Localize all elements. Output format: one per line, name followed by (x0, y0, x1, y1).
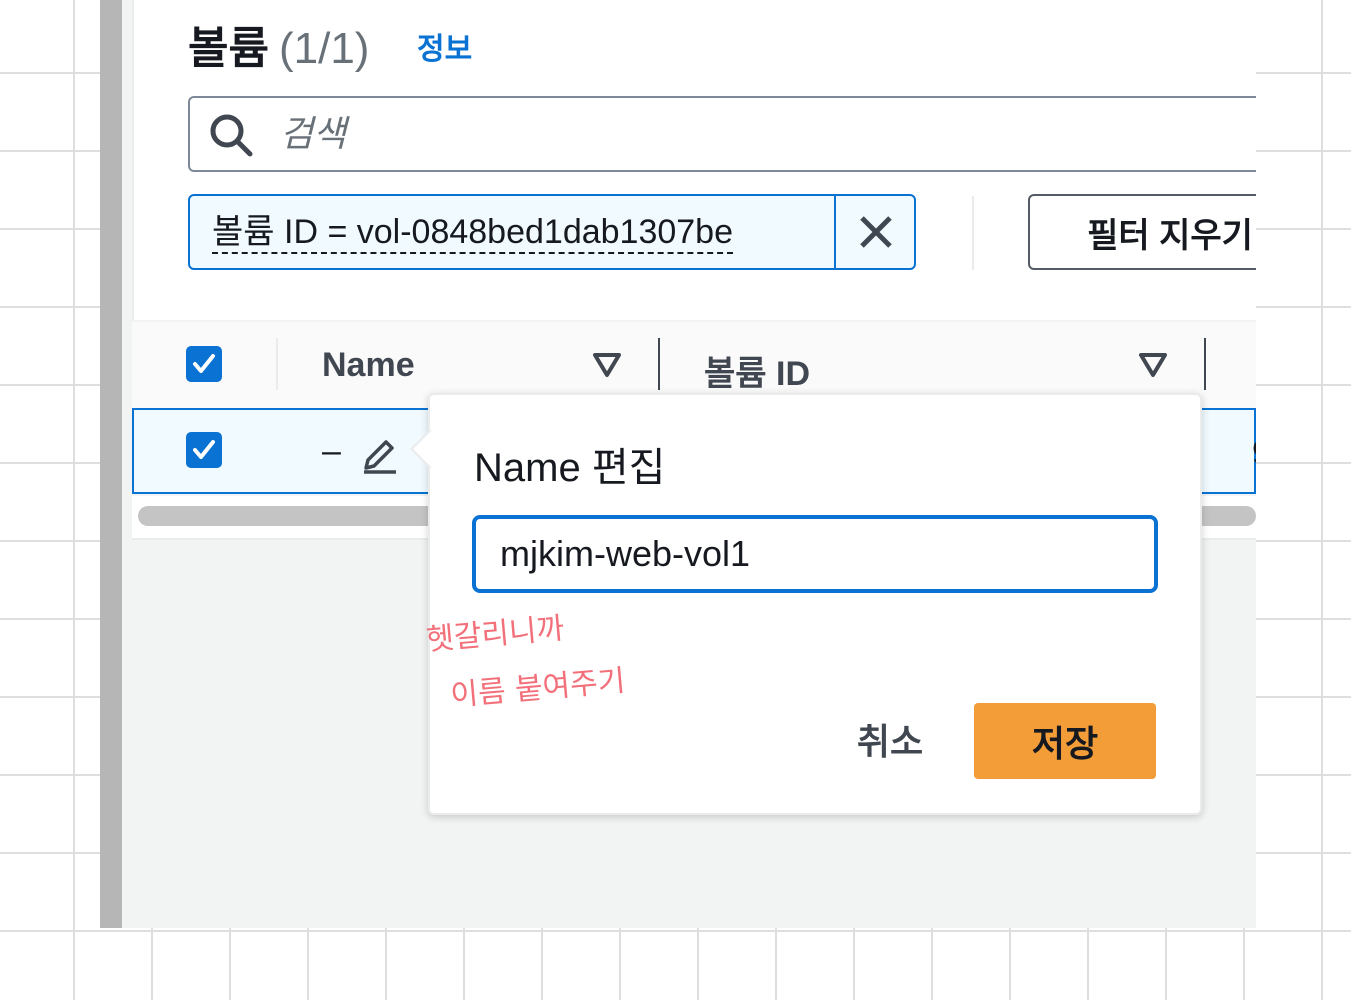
filter-token: 볼륨 ID = vol-0848bed1dab1307be (188, 194, 916, 270)
row-checkbox[interactable] (186, 432, 222, 468)
popover-title: Name 편집 (474, 446, 666, 490)
volume-id-cell-value: 9 (1252, 434, 1256, 473)
save-button[interactable]: 저장 (974, 703, 1156, 779)
name-input[interactable] (472, 515, 1158, 593)
selection-count: (1/1) (278, 24, 370, 73)
info-link[interactable]: 정보 (417, 24, 472, 68)
name-cell-value: – (322, 432, 341, 470)
search-icon (210, 114, 253, 157)
checkmark-icon (193, 440, 215, 459)
sort-down-icon[interactable] (592, 352, 622, 378)
column-separator (276, 338, 278, 390)
sort-down-icon[interactable] (1138, 352, 1168, 378)
column-resizer[interactable] (1204, 338, 1206, 390)
cancel-button[interactable]: 취소 (840, 709, 940, 769)
column-header-name[interactable]: Name (322, 346, 415, 385)
vertical-scrollbar[interactable] (100, 0, 122, 928)
handwritten-note-line2: 이름 붙여주기 (449, 663, 627, 714)
handwritten-note-line1: 헷갈리니까 (425, 611, 566, 658)
volumes-card: 볼륨(1/1) 정보 볼륨 ID = vol-0848bed1dab1307be (132, 0, 1256, 320)
filter-divider (972, 196, 974, 270)
edit-name-popover: Name 편집 헷갈리니까 이름 붙여주기 취소 저장 (410, 393, 1202, 815)
remove-filter-button[interactable] (834, 196, 916, 268)
pencil-icon[interactable] (358, 434, 400, 476)
checkmark-icon (193, 354, 215, 373)
page-title-text: 볼륨 (188, 24, 269, 73)
column-resizer[interactable] (658, 338, 660, 390)
search-box[interactable] (188, 96, 1256, 172)
filter-token-label[interactable]: 볼륨 ID = vol-0848bed1dab1307be (212, 212, 733, 254)
search-input[interactable] (278, 108, 1182, 160)
page-title: 볼륨 (1/1) (188, 12, 369, 76)
column-header-volume-id[interactable]: 볼륨 ID (704, 346, 810, 395)
close-icon (860, 216, 892, 248)
clear-filters-button[interactable]: 필터 지우기 (1028, 194, 1256, 270)
select-all-checkbox[interactable] (186, 346, 222, 382)
